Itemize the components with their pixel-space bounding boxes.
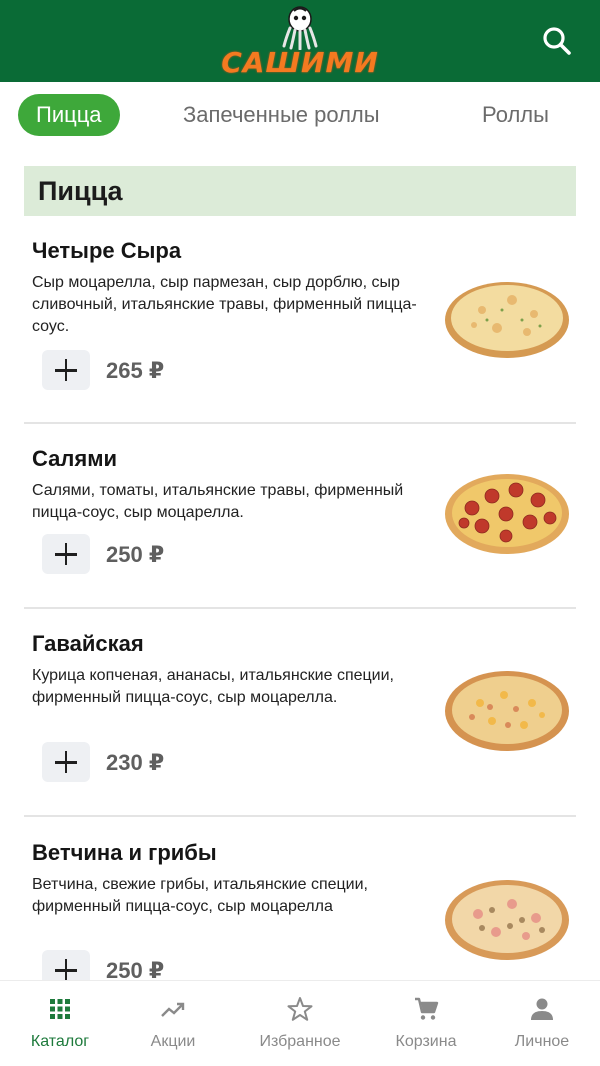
- logo-text: САШИМИ: [221, 46, 379, 79]
- product-name: Четыре Сыра: [32, 238, 182, 263]
- pizza-image: [445, 671, 569, 751]
- bottom-navigation: Каталог Акции Избранное Корзина Личное: [0, 980, 600, 1066]
- tab-rolls[interactable]: Роллы: [482, 94, 549, 136]
- nav-promotions[interactable]: Акции: [113, 981, 233, 1066]
- grid-icon: [50, 999, 70, 1019]
- nav-catalog[interactable]: Каталог: [0, 981, 120, 1066]
- nav-label: Личное: [514, 1033, 570, 1050]
- nav-favorites[interactable]: Избранное: [240, 981, 360, 1066]
- cart-icon: [415, 997, 439, 1020]
- nav-label: Корзина: [395, 1033, 457, 1050]
- brand-logo: САШИМИ: [218, 6, 382, 79]
- octopus-mascot-icon: [282, 6, 318, 50]
- nav-label: Каталог: [30, 1033, 90, 1050]
- add-to-cart-button[interactable]: [42, 742, 90, 782]
- divider: [24, 422, 576, 424]
- product-description: Курица копченая, ананасы, итальянские сп…: [32, 667, 394, 706]
- product-price: 265 ₽: [106, 358, 165, 383]
- product-name: Гавайская: [32, 631, 144, 656]
- product-description: Сыр моцарелла, сыр пармезан, сыр дорблю,…: [32, 274, 417, 335]
- search-button[interactable]: [536, 20, 580, 64]
- trending-up-icon: [161, 1002, 185, 1017]
- product-price: 230 ₽: [106, 750, 165, 775]
- product-description: Ветчина, свежие грибы, итальянские специ…: [32, 876, 368, 915]
- nav-label: Акции: [150, 1033, 196, 1050]
- divider: [24, 815, 576, 817]
- pizza-image: [445, 282, 569, 358]
- product-description: Салями, томаты, итальянские травы, фирме…: [32, 482, 404, 521]
- product-price: 250 ₽: [106, 542, 165, 567]
- add-to-cart-button[interactable]: [42, 350, 90, 390]
- nav-profile[interactable]: Личное: [482, 981, 600, 1066]
- person-icon: [531, 998, 553, 1020]
- tab-baked-rolls[interactable]: Запеченные роллы: [183, 94, 380, 136]
- star-icon: [287, 997, 313, 1021]
- product-name: Ветчина и грибы: [32, 840, 217, 865]
- pizza-image: [445, 474, 569, 554]
- pizza-image: [445, 880, 569, 960]
- search-icon: [543, 27, 571, 55]
- product-name: Салями: [32, 446, 118, 471]
- section-title: Пицца: [24, 166, 576, 216]
- nav-cart[interactable]: Корзина: [366, 981, 486, 1066]
- tab-pizza[interactable]: Пицца: [18, 94, 120, 136]
- add-to-cart-button[interactable]: [42, 534, 90, 574]
- category-tabs: Пицца Запеченные роллы Роллы: [0, 88, 600, 144]
- divider: [24, 607, 576, 609]
- app-header: САШИМИ: [0, 0, 600, 82]
- nav-label: Избранное: [259, 1033, 341, 1050]
